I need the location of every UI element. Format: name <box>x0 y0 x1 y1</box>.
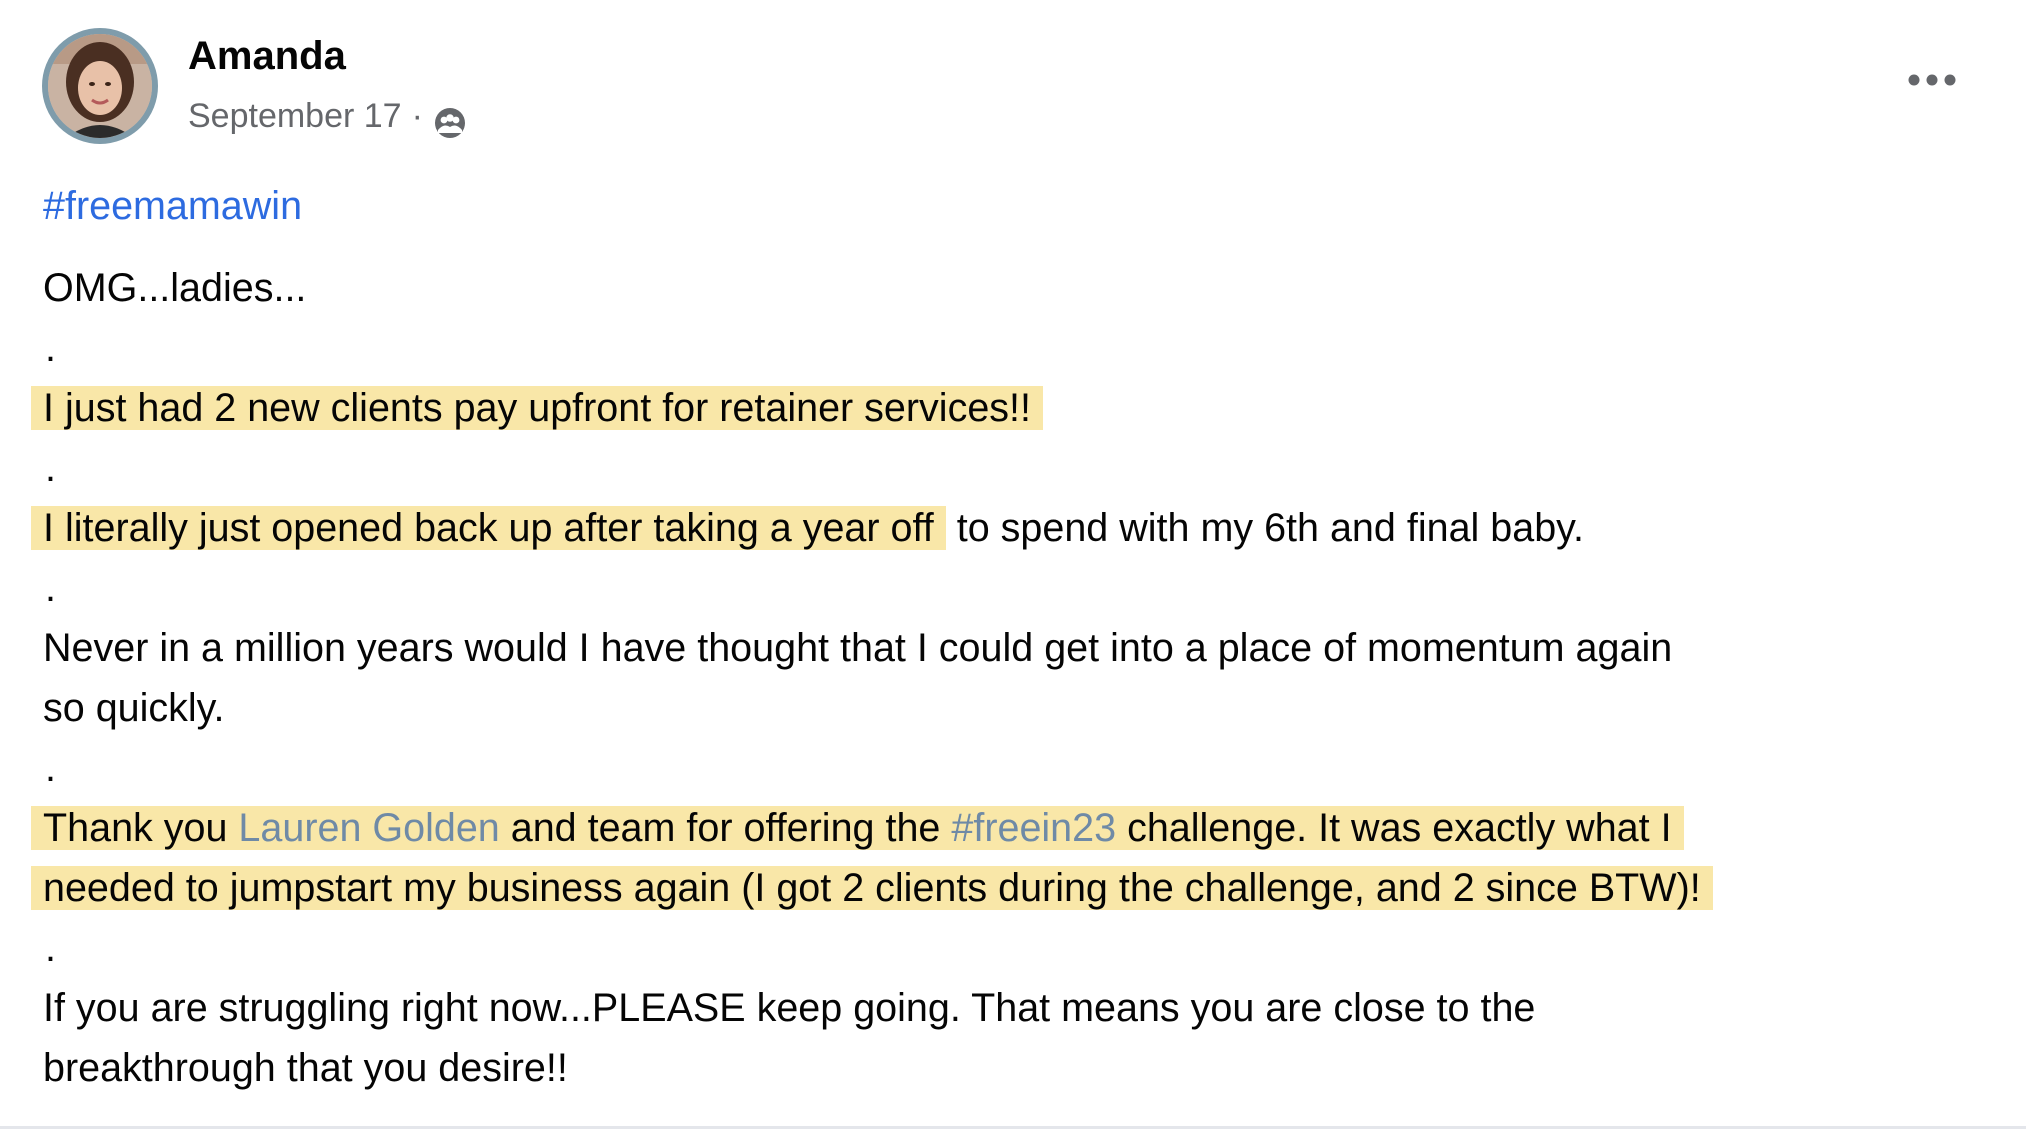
dot-separator: . <box>45 326 56 370</box>
post-line-breakthrough: breakthrough that you desire!! <box>43 1046 568 1090</box>
plain-text: Thank you <box>43 806 239 850</box>
dot-separator: . <box>45 566 56 610</box>
author-name[interactable]: Amanda <box>188 34 346 79</box>
hashtag-freein23[interactable]: #freein23 <box>951 806 1116 850</box>
group-audience-icon[interactable] <box>433 106 467 140</box>
post-line-opened-back-up: I literally just opened back up after ta… <box>31 498 1993 558</box>
post-line-never: Never in a million years would I have th… <box>43 626 1673 670</box>
highlighted-text: Thank you Lauren Golden and team for off… <box>31 806 1684 850</box>
more-options-icon <box>1908 74 1956 86</box>
dot-separator: . <box>45 446 56 490</box>
mention-lauren-golden[interactable]: Lauren Golden <box>238 806 499 850</box>
post-line-so-quickly: so quickly. <box>43 686 225 730</box>
post-meta: September 17 · <box>188 94 467 138</box>
post-body: #freemamawin OMG...ladies... . I just ha… <box>31 176 1993 1098</box>
meta-separator: · <box>411 96 423 135</box>
plain-text: and team for offering the <box>499 806 952 850</box>
avatar-photo <box>48 34 152 138</box>
highlighted-text: needed to jumpstart my business again (I… <box>31 866 1713 910</box>
post-line-jumpstart: needed to jumpstart my business again (I… <box>31 858 1993 918</box>
post-hashtag-line: #freemamawin <box>43 176 1993 236</box>
more-options-button[interactable] <box>1900 60 1972 100</box>
highlighted-text: I just had 2 new clients pay upfront for… <box>31 386 1043 430</box>
post-line-struggling: If you are struggling right now...PLEASE… <box>43 986 1536 1030</box>
post-date[interactable]: September 17 <box>188 97 402 136</box>
post-line-new-clients: I just had 2 new clients pay upfront for… <box>31 378 1993 438</box>
plain-text: to spend with my 6th and final baby. <box>945 506 1584 550</box>
post-line-omg: OMG...ladies... <box>43 266 307 310</box>
dot-separator: . <box>45 746 56 790</box>
post-card: Amanda September 17 · #freemamawin OMG..… <box>0 0 2026 1135</box>
post-divider <box>0 1126 2026 1129</box>
author-avatar[interactable] <box>42 28 158 144</box>
dot-separator: . <box>45 926 56 970</box>
plain-text: challenge. It was exactly what I <box>1116 806 1672 850</box>
hashtag-freemamawin[interactable]: #freemamawin <box>43 184 302 228</box>
post-line-thank-you: Thank you Lauren Golden and team for off… <box>31 798 1993 858</box>
highlighted-text: I literally just opened back up after ta… <box>31 506 946 550</box>
